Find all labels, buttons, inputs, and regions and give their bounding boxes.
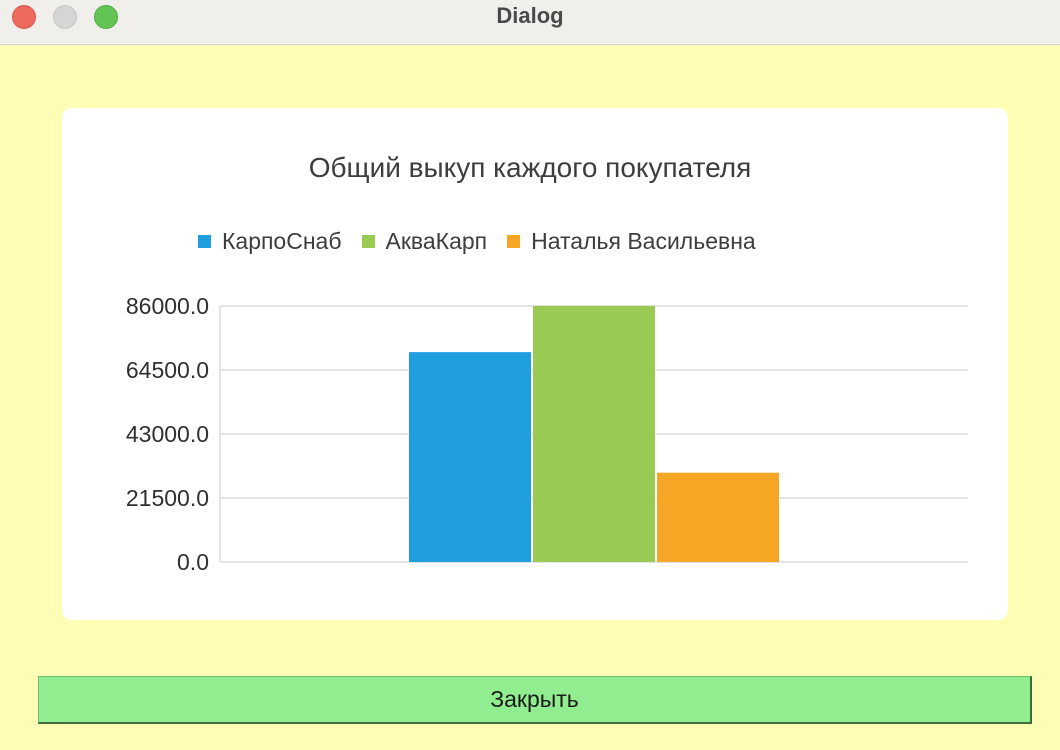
close-button[interactable]: Закрыть — [38, 676, 1032, 724]
bar-series-0 — [409, 352, 531, 562]
y-tick-label: 64500.0 — [126, 357, 209, 383]
y-tick-label: 0.0 — [177, 549, 209, 575]
y-tick-label: 43000.0 — [126, 421, 209, 447]
bar-chart: 0.0 21500.0 43000.0 64500.0 86000.0 — [126, 293, 968, 575]
y-tick-label: 21500.0 — [126, 485, 209, 511]
bar-series-1 — [533, 306, 655, 562]
bar-series-2 — [657, 472, 779, 562]
y-tick-label: 86000.0 — [126, 293, 209, 319]
